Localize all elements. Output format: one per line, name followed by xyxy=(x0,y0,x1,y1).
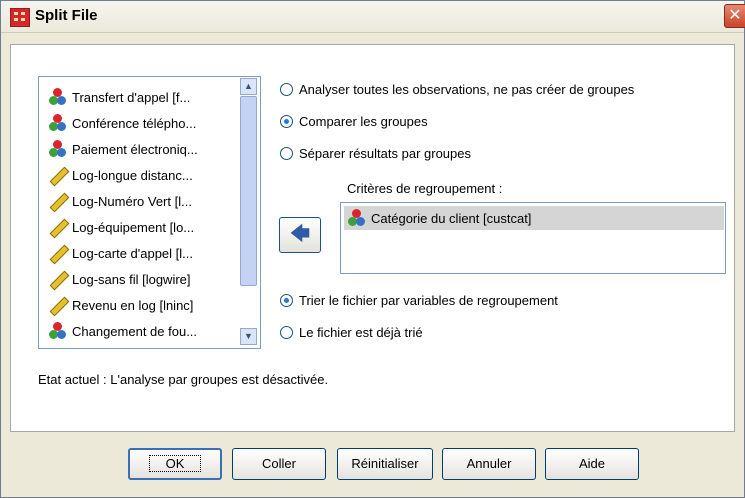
scale-icon xyxy=(49,296,70,317)
list-item[interactable]: Revenu en log [lninc] xyxy=(49,294,194,317)
variable-list[interactable]: Transfert d'appel [f... Conférence télép… xyxy=(38,76,261,349)
radio-button[interactable] xyxy=(280,83,293,96)
scale-icon xyxy=(49,244,70,265)
list-item-label: Log-longue distanc... xyxy=(72,167,193,183)
nominal-icon xyxy=(348,209,366,227)
scale-icon xyxy=(49,166,70,187)
ok-button-label: OK xyxy=(148,455,202,472)
radio-separate-results[interactable]: Séparer résultats par groupes xyxy=(280,146,471,161)
radio-label: Trier le fichier par variables de regrou… xyxy=(299,293,558,308)
radio-label: Le fichier est déjà trié xyxy=(299,325,423,340)
close-button[interactable]: ✕ xyxy=(724,4,745,28)
list-item[interactable]: Log-longue distanc... xyxy=(49,164,193,187)
radio-sort-file[interactable]: Trier le fichier par variables de regrou… xyxy=(280,293,558,308)
help-button[interactable]: Aide xyxy=(545,448,639,480)
radio-button[interactable] xyxy=(280,147,293,160)
title-bar: Split File ✕ xyxy=(1,1,745,33)
app-icon xyxy=(10,8,30,27)
radio-button[interactable] xyxy=(280,115,293,128)
close-icon: ✕ xyxy=(728,7,742,24)
paste-button[interactable]: Coller xyxy=(232,448,326,480)
radio-label: Comparer les groupes xyxy=(299,114,428,129)
list-item-label: Log-carte d'appel [l... xyxy=(72,245,193,261)
scroll-up-button[interactable]: ▲ xyxy=(240,78,257,95)
list-item[interactable]: Log-Numéro Vert [l... xyxy=(49,190,192,213)
radio-label: Analyser toutes les observations, ne pas… xyxy=(299,82,635,97)
list-item[interactable]: Log-équipement [lo... xyxy=(49,216,195,239)
status-text: Etat actuel : L'analyse par groupes est … xyxy=(38,372,329,387)
list-item-label: Paiement électroniq... xyxy=(72,141,198,157)
list-item[interactable]: Log-sans fil [logwire] xyxy=(49,268,191,291)
radio-button[interactable] xyxy=(280,294,293,307)
criteria-label: Critères de regroupement : xyxy=(347,181,503,196)
list-item-label: Transfert d'appel [f... xyxy=(72,89,191,105)
nominal-icon xyxy=(49,114,67,132)
list-item[interactable]: Paiement électroniq... xyxy=(49,138,198,160)
list-item-label: Log-Numéro Vert [l... xyxy=(72,193,192,209)
radio-label: Séparer résultats par groupes xyxy=(299,146,471,161)
list-item-label: Log-équipement [lo... xyxy=(72,219,195,235)
ok-button[interactable]: OK xyxy=(128,448,222,480)
list-item[interactable]: Transfert d'appel [f... xyxy=(49,86,190,108)
radio-button[interactable] xyxy=(280,326,293,339)
list-item-label: Log-sans fil [logwire] xyxy=(72,271,191,287)
scale-icon xyxy=(49,192,70,213)
chevron-down-icon: ▼ xyxy=(244,331,253,341)
list-item-label: Conférence télépho... xyxy=(72,115,197,131)
scale-icon xyxy=(49,270,70,291)
list-item[interactable]: Conférence télépho... xyxy=(49,112,196,134)
list-item-label: Changement de fou... xyxy=(72,323,198,339)
list-item-label: Catégorie du client [custcat] xyxy=(371,210,532,226)
nominal-icon xyxy=(49,140,67,158)
list-item[interactable]: Catégorie du client [custcat] xyxy=(344,206,724,230)
radio-analyze-all[interactable]: Analyser toutes les observations, ne pas… xyxy=(280,82,634,97)
scale-icon xyxy=(49,218,70,239)
arrow-left-icon: 🡄 xyxy=(289,223,311,245)
list-item[interactable]: Log-carte d'appel [l... xyxy=(49,242,193,265)
grouping-criteria-list[interactable]: Catégorie du client [custcat] xyxy=(340,202,726,274)
window-title: Split File xyxy=(35,7,98,24)
list-item[interactable]: Changement de fou... xyxy=(49,320,197,342)
move-variable-button[interactable]: 🡄 xyxy=(279,217,321,253)
list-item-label: Revenu en log [lninc] xyxy=(72,297,194,313)
nominal-icon xyxy=(49,88,67,106)
radio-compare-groups[interactable]: Comparer les groupes xyxy=(280,114,428,129)
cancel-button[interactable]: Annuler xyxy=(442,448,536,480)
reset-button[interactable]: Réinitialiser xyxy=(337,448,433,480)
scroll-down-button[interactable]: ▼ xyxy=(240,328,257,345)
scrollbar-thumb[interactable] xyxy=(240,96,257,286)
radio-already-sorted[interactable]: Le fichier est déjà trié xyxy=(280,325,423,340)
nominal-icon xyxy=(49,322,67,340)
chevron-up-icon: ▲ xyxy=(244,81,253,91)
